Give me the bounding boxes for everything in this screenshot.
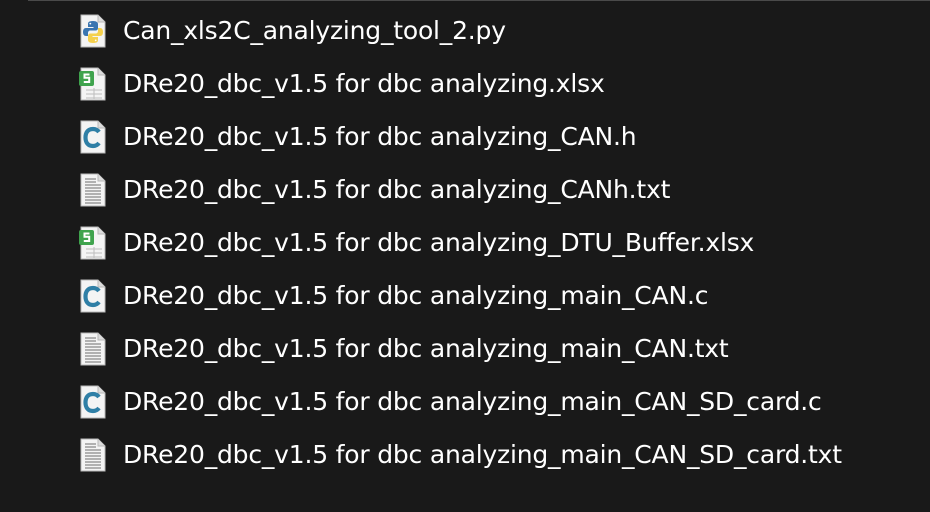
file-row-text[interactable]: DRe20_dbc_v1.5 for dbc analyzing_CANh.tx… bbox=[0, 163, 930, 216]
file-row-text[interactable]: DRe20_dbc_v1.5 for dbc analyzing_main_CA… bbox=[0, 322, 930, 375]
file-name: DRe20_dbc_v1.5 for dbc analyzing_main_CA… bbox=[123, 333, 729, 363]
text-file-icon bbox=[78, 173, 108, 207]
c-source-file-icon bbox=[78, 385, 108, 419]
file-name: DRe20_dbc_v1.5 for dbc analyzing.xlsx bbox=[123, 68, 605, 98]
file-row-c-source[interactable]: DRe20_dbc_v1.5 for dbc analyzing_main_CA… bbox=[0, 269, 930, 322]
top-divider bbox=[28, 0, 930, 1]
file-name: DRe20_dbc_v1.5 for dbc analyzing_main_CA… bbox=[123, 386, 822, 416]
file-name: DRe20_dbc_v1.5 for dbc analyzing_main_CA… bbox=[123, 439, 842, 469]
text-file-icon bbox=[78, 332, 108, 366]
spreadsheet-file-icon bbox=[78, 226, 108, 260]
file-row-c-header[interactable]: DRe20_dbc_v1.5 for dbc analyzing_CAN.h bbox=[0, 110, 930, 163]
file-row-c-source[interactable]: DRe20_dbc_v1.5 for dbc analyzing_main_CA… bbox=[0, 375, 930, 428]
file-list: Can_xls2C_analyzing_tool_2.py DRe20_dbc_… bbox=[0, 4, 930, 481]
file-list-window: Can_xls2C_analyzing_tool_2.py DRe20_dbc_… bbox=[0, 0, 930, 512]
file-name: Can_xls2C_analyzing_tool_2.py bbox=[123, 15, 506, 45]
file-row-xlsx[interactable]: DRe20_dbc_v1.5 for dbc analyzing_DTU_Buf… bbox=[0, 216, 930, 269]
file-name: DRe20_dbc_v1.5 for dbc analyzing_CANh.tx… bbox=[123, 174, 671, 204]
spreadsheet-file-icon bbox=[78, 67, 108, 101]
file-row-python[interactable]: Can_xls2C_analyzing_tool_2.py bbox=[0, 4, 930, 57]
file-name: DRe20_dbc_v1.5 for dbc analyzing_DTU_Buf… bbox=[123, 227, 755, 257]
file-name: DRe20_dbc_v1.5 for dbc analyzing_CAN.h bbox=[123, 121, 637, 151]
c-source-file-icon bbox=[78, 279, 108, 313]
file-row-xlsx[interactable]: DRe20_dbc_v1.5 for dbc analyzing.xlsx bbox=[0, 57, 930, 110]
file-name: DRe20_dbc_v1.5 for dbc analyzing_main_CA… bbox=[123, 280, 709, 310]
python-file-icon bbox=[78, 14, 108, 48]
file-row-text[interactable]: DRe20_dbc_v1.5 for dbc analyzing_main_CA… bbox=[0, 428, 930, 481]
text-file-icon bbox=[78, 438, 108, 472]
c-source-file-icon bbox=[78, 120, 108, 154]
